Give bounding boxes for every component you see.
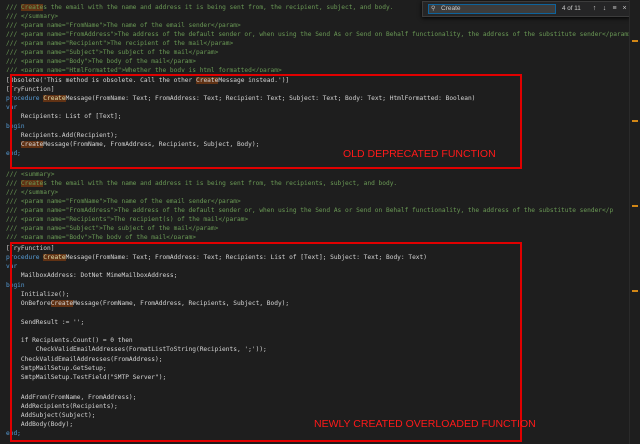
code-line: /// <param name="FromName">The name of t… <box>6 198 241 205</box>
search-match: Create <box>20 180 44 187</box>
new-function-label: NEWLY CREATED OVERLOADED FUNCTION <box>314 418 536 430</box>
code-line: /// </summary> <box>6 13 59 20</box>
match-marker <box>632 290 638 292</box>
arrow-down-icon[interactable]: ↓ <box>600 4 609 14</box>
code-line: /// <param name="HtmlFormatted">Whether … <box>6 67 282 72</box>
code-line: /// <param name="Recipients">The recipie… <box>6 216 249 223</box>
code-line: /// <summary> <box>6 171 55 178</box>
code-line: /// <param name="FromName">The name of t… <box>6 22 241 29</box>
code-line: /// Creates the email with the name and … <box>6 180 398 187</box>
match-count: 4 of 11 <box>562 5 581 12</box>
find-input[interactable]: ⚲ Create <box>428 4 556 14</box>
vertical-scrollbar[interactable] <box>629 0 640 444</box>
code-line: /// Creates the email with the name and … <box>6 4 394 11</box>
code-line: /// <param name="Body">The body of the m… <box>6 234 196 239</box>
code-line: /// <param name="FromAddress">The addres… <box>6 207 614 214</box>
arrow-up-icon[interactable]: ↑ <box>590 4 599 14</box>
code-line: /// </summary> <box>6 189 59 196</box>
match-marker <box>632 120 638 122</box>
search-match: Create <box>20 4 44 11</box>
code-line: /// <param name="Subject">The subject of… <box>6 225 219 232</box>
new-function-highlight-box <box>10 242 522 442</box>
find-query: Create <box>441 5 461 12</box>
code-line: /// <param name="Recipient">The recipien… <box>6 40 234 47</box>
old-function-label: OLD DEPRECATED FUNCTION <box>343 148 496 160</box>
match-marker <box>632 205 638 207</box>
code-line: /// <param name="Subject">The subject of… <box>6 49 219 56</box>
code-line: /// <param name="Body">The body of the m… <box>6 58 196 65</box>
code-line: /// <param name="FromAddress">The addres… <box>6 31 632 38</box>
search-icon: ⚲ <box>431 6 436 12</box>
find-widget: ⚲ Create 4 of 11 ↑ ↓ ≡ × <box>422 1 630 17</box>
match-marker <box>632 40 638 42</box>
menu-icon[interactable]: ≡ <box>610 4 619 14</box>
close-icon[interactable]: × <box>620 4 629 14</box>
